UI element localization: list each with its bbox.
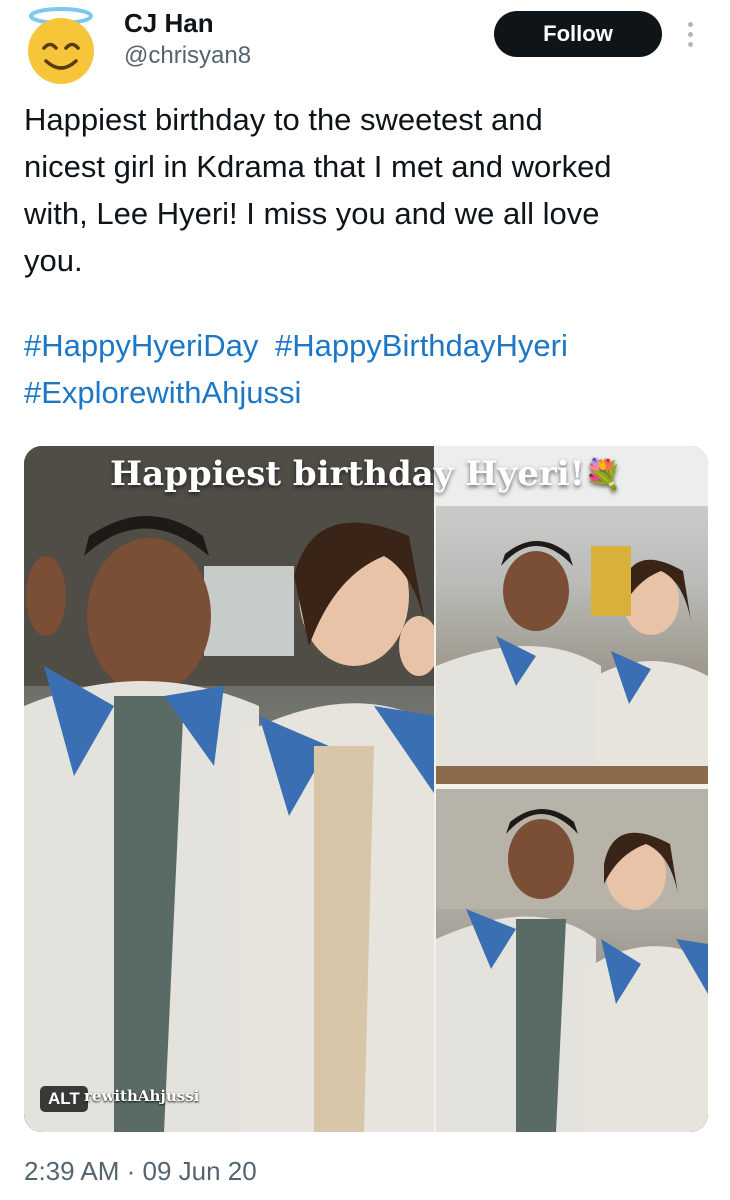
vertical-ellipsis-icon[interactable]	[678, 14, 702, 54]
author-name[interactable]: CJ Han	[124, 8, 214, 39]
follow-button[interactable]: Follow	[494, 11, 662, 57]
overlay-title-text: Happiest birthday Hyeri!	[110, 454, 585, 494]
photo-main[interactable]	[24, 446, 436, 1132]
hashtag-link[interactable]: #HappyBirthdayHyeri	[275, 328, 568, 363]
photo-top-right[interactable]	[436, 446, 708, 785]
author-handle[interactable]: @chrisyan8	[124, 42, 251, 70]
media-overlay-title: Happiest birthday Hyeri!💐	[24, 454, 708, 494]
photo-bottom-right[interactable]	[436, 789, 708, 1132]
tweet-header: CJ Han @chrisyan8 Follow	[0, 0, 730, 90]
hashtag-list: #HappyHyeriDay #HappyBirthdayHyeri #Expl…	[24, 322, 714, 416]
photo-top-illustration	[436, 446, 708, 785]
tweet-text: Happiest birthday to the sweetest and ni…	[24, 102, 612, 278]
photo-main-illustration	[24, 446, 436, 1132]
smiling-face-with-halo-icon[interactable]	[20, 6, 102, 86]
alt-text-button[interactable]: ALT	[40, 1086, 88, 1112]
tweet-media[interactable]: Happiest birthday Hyeri!💐	[24, 446, 708, 1132]
image-watermark: rewithAhjussi	[84, 1087, 200, 1105]
tweet-timestamp[interactable]: 2:39 AM · 09 Jun 20	[24, 1156, 257, 1187]
photo-bottom-illustration	[436, 789, 708, 1132]
hashtag-link[interactable]: #ExplorewithAhjussi	[24, 375, 301, 410]
hashtag-link[interactable]: #HappyHyeriDay	[24, 328, 258, 363]
bouquet-icon: 💐	[584, 458, 622, 493]
